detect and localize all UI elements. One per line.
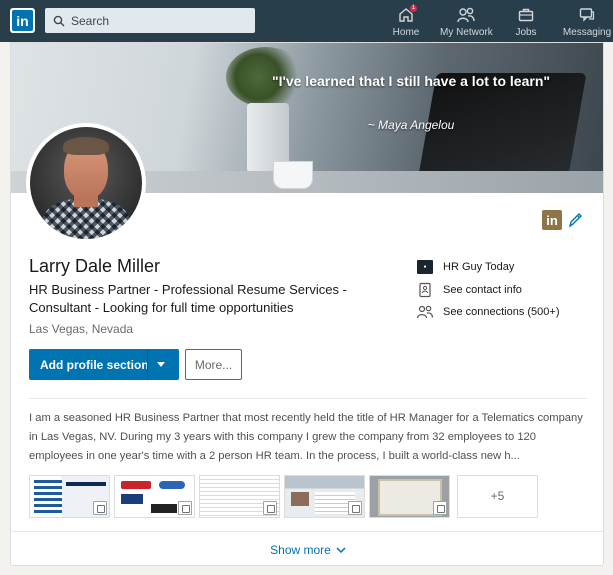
people-icon xyxy=(457,7,475,23)
banner-quote: "I've learned that I still have a lot to… xyxy=(271,73,551,89)
connections-icon xyxy=(416,303,434,321)
show-more-bar: Show more xyxy=(11,531,603,565)
chevron-down-icon xyxy=(336,546,346,553)
current-company[interactable]: ● HR Guy Today xyxy=(416,258,514,276)
profile-name: Larry Dale Miller xyxy=(29,256,161,276)
media-thumb-logo-blue xyxy=(159,481,185,489)
section-divider xyxy=(29,398,587,399)
search-input[interactable] xyxy=(71,13,241,28)
more-button[interactable]: More... xyxy=(185,349,242,380)
profile-avatar[interactable] xyxy=(26,123,146,243)
image-icon xyxy=(348,501,362,515)
add-profile-section-label: Add profile section xyxy=(40,357,149,372)
show-more-button[interactable]: Show more xyxy=(270,543,346,557)
search-icon xyxy=(53,15,65,26)
media-thumbnail-1[interactable] xyxy=(29,475,110,518)
nav-my-network-label: My Network xyxy=(440,27,493,38)
media-thumbnail-2[interactable] xyxy=(114,475,195,518)
image-icon xyxy=(178,501,192,515)
banner-quote-author: ~ Maya Angelou xyxy=(367,118,455,132)
media-thumbnail-3[interactable] xyxy=(199,475,280,518)
pencil-icon[interactable] xyxy=(567,211,583,229)
linkedin-premium-badge[interactable]: in xyxy=(542,210,562,230)
nav-messaging[interactable]: Messaging xyxy=(562,6,612,40)
media-thumb-logo-black xyxy=(151,504,177,513)
company-logo-mark: ● xyxy=(417,260,433,274)
profile-location: Las Vegas, Nevada xyxy=(29,322,134,336)
nav-my-network[interactable]: My Network xyxy=(440,6,493,40)
linkedin-logo[interactable]: in xyxy=(10,8,35,33)
linkedin-logo-text: in xyxy=(12,10,33,31)
top-nav: in 1 Home My Network Jobs Messaging xyxy=(0,0,613,42)
caret-down-icon[interactable] xyxy=(157,362,165,367)
image-icon xyxy=(433,501,447,515)
show-more-label: Show more xyxy=(270,542,331,557)
search-box[interactable] xyxy=(45,8,255,33)
document-icon xyxy=(263,501,277,515)
media-thumb-logo-red xyxy=(121,481,151,489)
connections-label: See connections (500+) xyxy=(443,306,560,318)
nav-jobs[interactable]: Jobs xyxy=(511,6,541,40)
current-company-label: HR Guy Today xyxy=(443,261,515,273)
notification-badge: 1 xyxy=(409,4,418,13)
add-profile-section-button[interactable]: Add profile section xyxy=(29,349,179,380)
banner-cup xyxy=(273,161,313,189)
contact-card-icon xyxy=(416,281,434,299)
button-divider xyxy=(147,349,148,380)
messaging-icon xyxy=(579,8,595,22)
nav-jobs-label: Jobs xyxy=(515,27,537,38)
more-media-button[interactable]: +5 xyxy=(457,475,538,518)
nav-messaging-label: Messaging xyxy=(562,27,612,38)
contact-info-link[interactable]: See contact info xyxy=(416,281,522,299)
media-thumbnail-5[interactable] xyxy=(369,475,450,518)
contact-info-label: See contact info xyxy=(443,284,522,296)
media-thumb-photo xyxy=(291,492,309,506)
connections-link[interactable]: See connections (500+) xyxy=(416,303,560,321)
avatar-photo xyxy=(30,127,142,239)
media-thumb-logo-navy xyxy=(121,494,143,504)
media-thumb-header xyxy=(66,482,106,486)
company-logo-icon: ● xyxy=(416,258,434,276)
media-thumbnail-4[interactable] xyxy=(284,475,365,518)
media-thumb-graphic xyxy=(34,480,62,514)
briefcase-icon xyxy=(518,8,534,22)
profile-summary: I am a seasoned HR Business Partner that… xyxy=(29,412,583,462)
profile-headline: HR Business Partner - Professional Resum… xyxy=(29,282,347,315)
nav-home-label: Home xyxy=(392,27,420,38)
document-icon xyxy=(93,501,107,515)
nav-home[interactable]: 1 Home xyxy=(389,4,423,40)
profile-card: "I've learned that I still have a lot to… xyxy=(10,42,604,566)
avatar-hair xyxy=(63,137,109,155)
